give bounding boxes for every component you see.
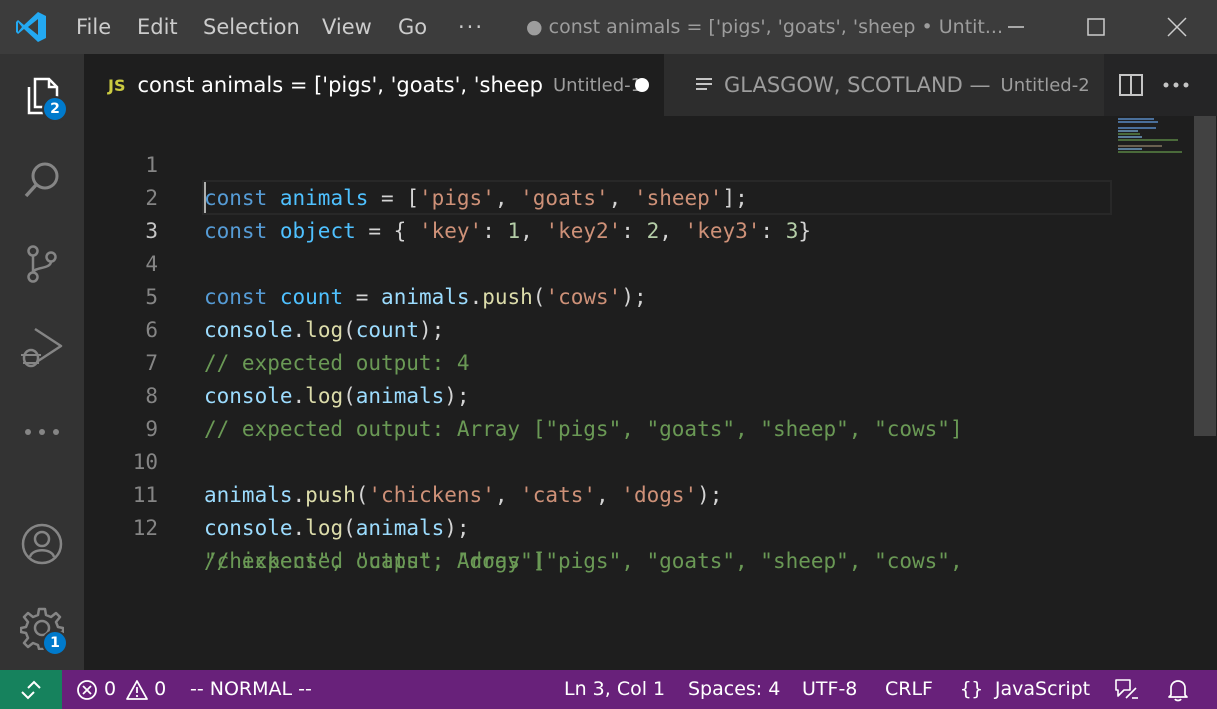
close-button[interactable] xyxy=(1137,0,1217,54)
code-line[interactable]: 4 const count = animals.push('cows'); xyxy=(84,215,1114,309)
close-icon xyxy=(1167,17,1187,37)
warning-icon xyxy=(126,679,148,700)
code-line[interactable]: 8 // expected output: Array ["pigs", "go… xyxy=(84,347,1114,441)
split-editor-button[interactable] xyxy=(1109,54,1153,116)
notifications-button[interactable] xyxy=(1166,670,1190,709)
vim-mode: -- NORMAL -- xyxy=(190,678,312,700)
code-line-wrapped[interactable]: "chickens", "cats", "dogs"] xyxy=(84,512,1114,573)
code-line[interactable]: 11 console.log(animals); xyxy=(84,446,1114,540)
remote-button[interactable] xyxy=(0,670,62,709)
tab-bar: JS const animals = ['pigs', 'goats', 'sh… xyxy=(84,54,1217,116)
feedback-icon xyxy=(1115,678,1138,699)
window-title: ● const animals = ['pigs', 'goats', 'she… xyxy=(526,16,1003,38)
account-icon xyxy=(21,523,63,565)
menu-more[interactable]: ··· xyxy=(458,0,484,54)
more-actions-icon xyxy=(1163,82,1189,88)
bell-icon xyxy=(1168,679,1188,701)
code-line[interactable]: 3 xyxy=(84,182,1114,243)
code-line[interactable]: 10 animals.push('chickens', 'cats', 'dog… xyxy=(84,413,1114,507)
menu-go[interactable]: Go xyxy=(398,0,427,54)
minimap[interactable] xyxy=(1118,116,1188,156)
title-bar: File Edit Selection View Go ··· ● const … xyxy=(0,0,1217,54)
menu-view[interactable]: View xyxy=(322,0,372,54)
search-button[interactable] xyxy=(0,138,84,222)
source-control-button[interactable] xyxy=(0,222,84,306)
cursor-position[interactable]: Ln 3, Col 1 xyxy=(564,670,665,709)
language-label: JavaScript xyxy=(994,678,1091,700)
code-line[interactable]: 12 // expected output: Array ["pigs", "g… xyxy=(84,479,1114,573)
code-line[interactable]: 2 const object = { 'key': 1, 'key2': 2, … xyxy=(84,149,1114,243)
settings-badge: 1 xyxy=(42,630,68,656)
menu-selection[interactable]: Selection xyxy=(203,0,300,54)
more-views-button[interactable] xyxy=(0,390,84,474)
manage-button[interactable]: 1 xyxy=(0,586,84,670)
text-file-icon xyxy=(696,78,712,90)
code-line[interactable]: 9 xyxy=(84,380,1114,441)
problems-indicator[interactable]: 0 0 xyxy=(76,670,166,709)
tab-title: const animals = ['pigs', 'goats', 'sheep xyxy=(137,73,543,97)
editor-area[interactable]: 1 const animals = ['pigs', 'goats', 'she… xyxy=(84,116,1217,670)
error-icon xyxy=(77,679,97,700)
explorer-button[interactable]: 2 xyxy=(0,54,84,138)
search-icon xyxy=(24,162,59,198)
split-editor-icon xyxy=(1119,74,1143,96)
indentation[interactable]: Spaces: 4 xyxy=(688,670,780,709)
javascript-file-icon: JS xyxy=(108,75,126,95)
code-comment: "chickens", "cats", "dogs"] xyxy=(204,549,546,573)
error-count: 0 xyxy=(104,678,117,700)
tab-title: GLASGOW, SCOTLAND — xyxy=(724,73,991,97)
more-icon xyxy=(25,429,59,435)
explorer-badge: 2 xyxy=(42,96,68,122)
remote-icon xyxy=(21,680,41,699)
code-line[interactable]: 1 const animals = ['pigs', 'goats', 'she… xyxy=(84,116,1114,210)
code-line[interactable]: 6 // expected output: 4 xyxy=(84,281,1114,375)
language-mode[interactable]: {} JavaScript xyxy=(960,670,1090,709)
menu-edit[interactable]: Edit xyxy=(137,0,178,54)
menu-file[interactable]: File xyxy=(76,0,111,54)
scrollbar-thumb[interactable] xyxy=(1194,116,1216,436)
activity-bar: 2 1 xyxy=(0,54,84,670)
unsaved-dot-icon[interactable] xyxy=(635,78,649,92)
source-control-icon xyxy=(27,245,57,283)
minimize-icon xyxy=(1008,26,1024,28)
maximize-icon xyxy=(1087,18,1105,36)
tab-untitled-1[interactable]: JS const animals = ['pigs', 'goats', 'sh… xyxy=(84,54,664,116)
vscode-logo-icon xyxy=(16,12,46,42)
accounts-button[interactable] xyxy=(0,502,84,586)
maximize-button[interactable] xyxy=(1056,0,1136,54)
braces-icon: {} xyxy=(960,678,983,700)
code-line[interactable]: 7 console.log(animals); xyxy=(84,314,1114,408)
tab-description: Untitled-2 xyxy=(1000,74,1090,96)
tab-untitled-2[interactable]: GLASGOW, SCOTLAND — Untitled-2 xyxy=(664,54,1104,116)
run-debug-button[interactable] xyxy=(0,306,84,390)
editor-more-actions-button[interactable] xyxy=(1154,54,1198,116)
code-line[interactable]: 5 console.log(count); xyxy=(84,248,1114,342)
feedback-button[interactable] xyxy=(1114,670,1140,709)
minimize-button[interactable] xyxy=(976,0,1056,54)
status-bar: 0 0 -- NORMAL -- Ln 3, Col 1 Spaces: 4 U… xyxy=(0,670,1217,709)
end-of-line[interactable]: CRLF xyxy=(885,670,933,709)
encoding[interactable]: UTF-8 xyxy=(802,670,857,709)
run-debug-icon xyxy=(21,327,63,368)
warning-count: 0 xyxy=(154,678,167,700)
tab-description: Untitled-1 xyxy=(552,74,643,96)
